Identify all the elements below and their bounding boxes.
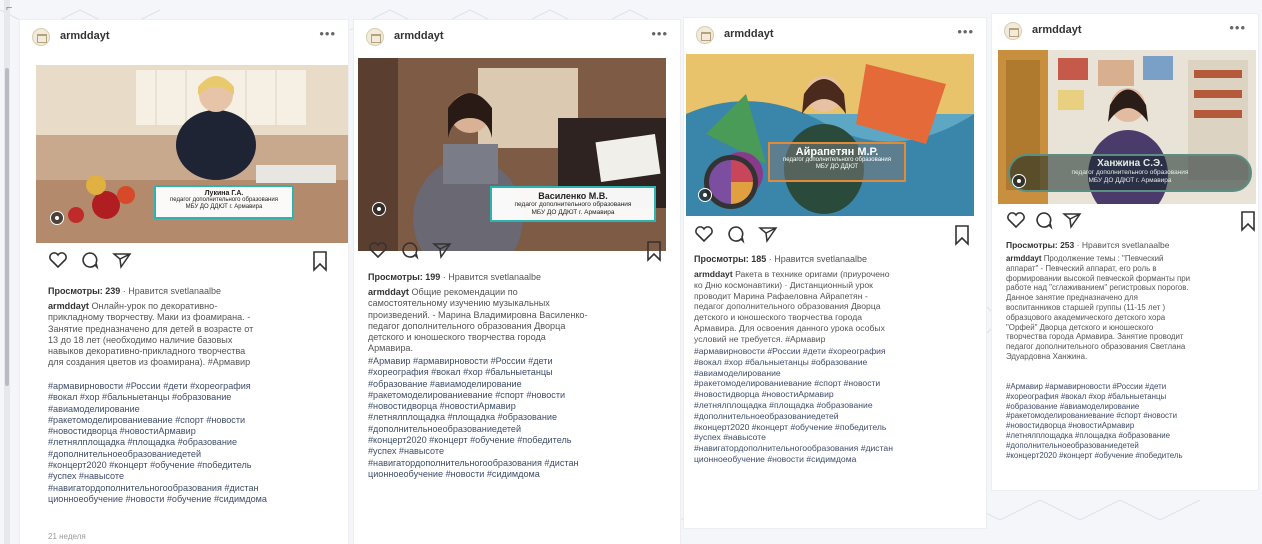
video-frame bbox=[358, 58, 666, 251]
post-header: armddayt ••• bbox=[684, 18, 986, 52]
video-indicator-icon bbox=[698, 188, 712, 202]
more-options-icon[interactable]: ••• bbox=[319, 26, 336, 41]
profile-avatar[interactable] bbox=[1004, 22, 1022, 40]
post-actions-bar bbox=[368, 240, 668, 264]
share-icon[interactable] bbox=[758, 224, 778, 244]
post-hashtags[interactable]: #армавирновости #России #дети #хореограф… bbox=[48, 381, 348, 505]
post-time: 21 неделя bbox=[48, 532, 86, 541]
post-hashtags[interactable]: #армавирновости #России #дети #хореограф… bbox=[694, 346, 980, 465]
speaker-name: Лукина Г.А. bbox=[204, 190, 244, 197]
post-video[interactable]: Ханжина С.Э. педагог дополнительного обр… bbox=[998, 50, 1256, 204]
speaker-position: педагог дополнительного образования МБУ … bbox=[170, 197, 278, 210]
views-line: Просмотры: 199 · Нравится svetlanaalbe bbox=[368, 272, 541, 282]
post-caption: armddayt Ракета в технике оригами (приур… bbox=[694, 269, 980, 345]
views-count: Просмотры: 199 bbox=[368, 272, 441, 282]
speaker-position: педагог дополнительного образования МБУ … bbox=[514, 201, 632, 216]
speaker-name-card: Василенко М.В. педагог дополнительного о… bbox=[490, 186, 656, 222]
views-line: Просмотры: 253 · Нравится svetlanaalbe bbox=[1006, 240, 1169, 250]
post-username[interactable]: armddayt bbox=[1032, 24, 1082, 36]
liked-by[interactable]: · Нравится svetlanaalbe bbox=[769, 254, 867, 264]
instagram-post-card: armddayt ••• Ханжина С.Э. педагог дополн… bbox=[992, 14, 1258, 490]
like-heart-icon[interactable] bbox=[1006, 210, 1026, 230]
post-actions-bar bbox=[48, 250, 348, 274]
post-username[interactable]: armddayt bbox=[394, 30, 444, 42]
video-indicator-icon bbox=[372, 202, 386, 216]
views-count: Просмотры: 185 bbox=[694, 254, 767, 264]
views-count: Просмотры: 239 bbox=[48, 286, 121, 296]
like-heart-icon[interactable] bbox=[694, 224, 714, 244]
post-actions-bar bbox=[1006, 210, 1256, 234]
share-icon[interactable] bbox=[1062, 210, 1082, 230]
caption-text: Ракета в технике оригами (приурочено ко … bbox=[694, 269, 890, 344]
caption-username[interactable]: armddayt bbox=[368, 287, 409, 297]
profile-avatar[interactable] bbox=[32, 28, 50, 46]
views-count: Просмотры: 253 bbox=[1006, 240, 1075, 250]
post-hashtags[interactable]: #Армавир #армавирновости #России #дети #… bbox=[1006, 382, 1256, 460]
instagram-post-card: armddayt ••• Василенко М.В. педагог допо… bbox=[354, 20, 680, 544]
more-options-icon[interactable]: ••• bbox=[651, 26, 668, 41]
save-bookmark-icon[interactable] bbox=[310, 250, 330, 272]
post-header: armddayt ••• bbox=[354, 20, 680, 54]
post-video[interactable]: Василенко М.В. педагог дополнительного о… bbox=[358, 58, 666, 251]
comment-icon[interactable] bbox=[1034, 210, 1054, 230]
post-header: armddayt ••• bbox=[20, 20, 348, 54]
post-hashtags[interactable]: #Армавир #армавирновости #России #дети #… bbox=[368, 356, 668, 480]
post-actions-bar bbox=[694, 224, 974, 248]
views-line: Просмотры: 185 · Нравится svetlanaalbe bbox=[694, 254, 867, 264]
liked-by[interactable]: · Нравится svetlanaalbe bbox=[443, 272, 541, 282]
liked-by[interactable]: · Нравится svetlanaalbe bbox=[123, 286, 221, 296]
speaker-name: Василенко М.В. bbox=[538, 191, 608, 201]
speaker-name: Айрапетян М.Р. bbox=[795, 146, 879, 158]
video-indicator-icon bbox=[50, 211, 64, 225]
instagram-post-card: armddayt ••• Айрапетян М.Р. педагог допо… bbox=[684, 18, 986, 528]
caption-username[interactable]: armddayt bbox=[694, 269, 733, 279]
post-caption: armddayt Общие рекомендации по самостоят… bbox=[368, 287, 668, 355]
speaker-position: педагог дополнительного образования МБУ … bbox=[783, 157, 891, 170]
caption-text: Продолжение темы : "Певческий аппарат" -… bbox=[1006, 254, 1191, 361]
more-options-icon[interactable]: ••• bbox=[957, 24, 974, 39]
save-bookmark-icon[interactable] bbox=[644, 240, 664, 262]
instagram-post-card: armddayt ••• Лукина Г.А. педагог дополни… bbox=[20, 20, 348, 544]
video-indicator-icon bbox=[1012, 174, 1026, 188]
speaker-name: Ханжина С.Э. bbox=[1097, 158, 1163, 169]
profile-avatar[interactable] bbox=[366, 28, 384, 46]
share-icon[interactable] bbox=[432, 240, 452, 260]
comment-icon[interactable] bbox=[726, 224, 746, 244]
save-bookmark-icon[interactable] bbox=[952, 224, 972, 246]
comment-icon[interactable] bbox=[400, 240, 420, 260]
post-caption: armddayt Продолжение темы : "Певческий а… bbox=[1006, 254, 1256, 362]
like-heart-icon[interactable] bbox=[368, 240, 388, 260]
post-header: armddayt ••• bbox=[992, 14, 1258, 48]
speaker-name-card: Лукина Г.А. педагог дополнительного обра… bbox=[154, 185, 294, 219]
post-username[interactable]: armddayt bbox=[60, 30, 110, 42]
save-bookmark-icon[interactable] bbox=[1238, 210, 1258, 232]
more-options-icon[interactable]: ••• bbox=[1229, 20, 1246, 35]
like-heart-icon[interactable] bbox=[48, 250, 68, 270]
speaker-name-card: Ханжина С.Э. педагог дополнительного обр… bbox=[1008, 154, 1252, 192]
speaker-name-card: Айрапетян М.Р. педагог дополнительного о… bbox=[768, 142, 906, 182]
speaker-position: педагог дополнительного образования МБУ … bbox=[1071, 169, 1189, 184]
window-corner-glyph: ⌐ bbox=[6, 2, 13, 14]
post-caption: armddayt Онлайн-урок по декоративно- при… bbox=[48, 301, 348, 369]
video-frame bbox=[686, 54, 974, 216]
post-username[interactable]: armddayt bbox=[724, 28, 774, 40]
scrollbar-thumb[interactable] bbox=[5, 68, 9, 386]
caption-username[interactable]: armddayt bbox=[48, 301, 89, 311]
comment-icon[interactable] bbox=[80, 250, 100, 270]
post-video[interactable]: Айрапетян М.Р. педагог дополнительного о… bbox=[686, 54, 974, 216]
liked-by[interactable]: · Нравится svetlanaalbe bbox=[1077, 240, 1170, 250]
post-video[interactable]: Лукина Г.А. педагог дополнительного обра… bbox=[36, 65, 348, 243]
profile-avatar[interactable] bbox=[696, 26, 714, 44]
share-icon[interactable] bbox=[112, 250, 132, 270]
views-line: Просмотры: 239 · Нравится svetlanaalbe bbox=[48, 286, 221, 296]
caption-username[interactable]: armddayt bbox=[1006, 254, 1042, 263]
